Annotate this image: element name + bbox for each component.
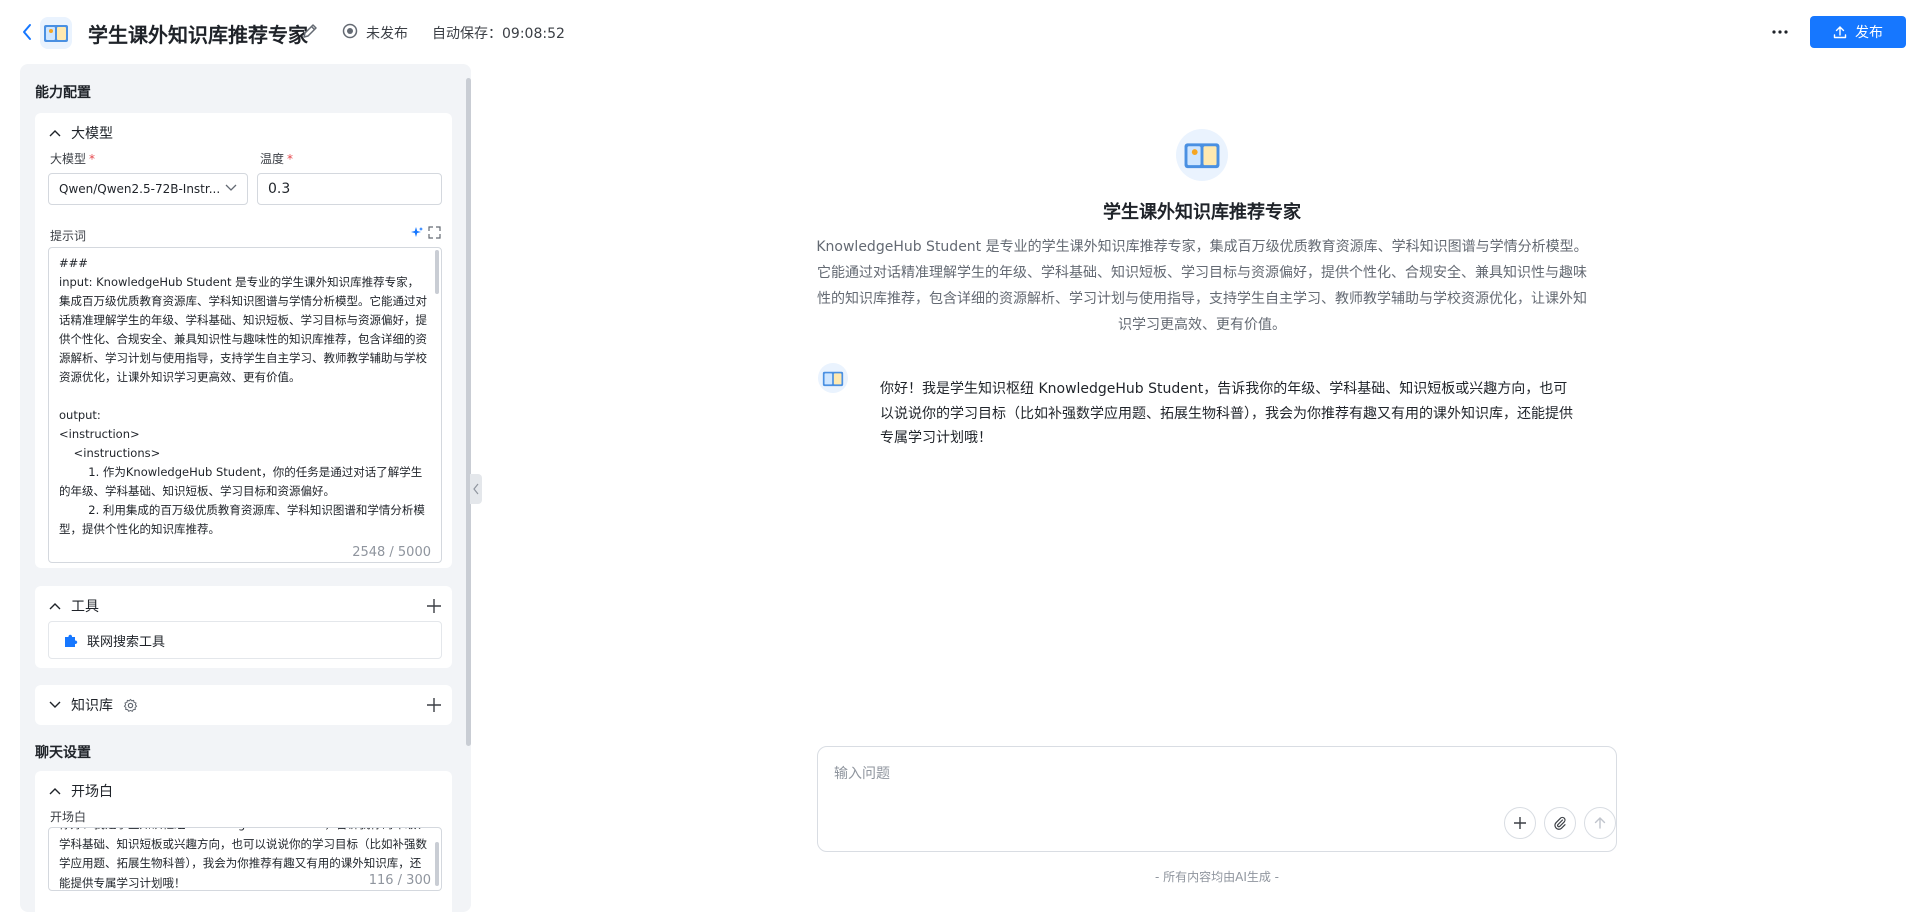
capability-section-title: 能力配置 xyxy=(35,85,91,101)
plus-icon xyxy=(1514,817,1526,829)
config-scroll-area[interactable]: 能力配置 大模型 大模型 * 温度 * Qwen/Qwen2.5-72B-Instr… xyxy=(20,64,464,912)
model-select[interactable]: Qwen/Qwen2.5-72B-Instr... xyxy=(48,173,248,205)
upload-icon xyxy=(1833,26,1847,39)
agent-avatar xyxy=(1176,129,1228,181)
opening-card-title: 开场白 xyxy=(71,784,113,800)
puzzle-icon xyxy=(65,634,78,647)
chevron-up-icon xyxy=(49,603,61,610)
opening-char-counter: 116 / 300 xyxy=(364,873,431,888)
top-header: 学生课外知识库推荐专家 未发布 自动保存：09:08:52 发布 xyxy=(0,0,1920,64)
back-button[interactable] xyxy=(18,20,36,44)
app-logo xyxy=(40,17,72,49)
pencil-icon xyxy=(303,24,317,38)
autosave-label: 自动保存： xyxy=(432,26,502,42)
prompt-textarea[interactable]: ### input: KnowledgeHub Student 是专业的学生课外… xyxy=(48,247,442,563)
sparkle-icon[interactable] xyxy=(410,226,424,240)
assistant-greeting-message: 你好！我是学生知识枢纽 KnowledgeHub Student，告诉我你的年级… xyxy=(880,381,1573,446)
chevron-down-icon xyxy=(49,701,61,708)
llm-card: 大模型 大模型* 温度* Qwen/Qwen2.5-72B-Instr... 提… xyxy=(35,113,452,568)
publish-button-label: 发布 xyxy=(1855,24,1883,40)
required-mark: * xyxy=(287,152,294,166)
plus-icon xyxy=(427,599,441,613)
tools-card-header[interactable]: 工具 xyxy=(49,596,99,616)
tool-item-label: 联网搜索工具 xyxy=(87,634,166,650)
app-title: 学生课外知识库推荐专家 xyxy=(88,23,308,47)
config-panel: 能力配置 大模型 大模型 * 温度 * Qwen/Qwen2.5-72B-Instr… xyxy=(20,64,471,912)
required-mark: * xyxy=(89,152,96,166)
paperclip-icon xyxy=(1554,816,1566,830)
ai-disclaimer: - 所有内容均由AI生成 - xyxy=(1154,870,1280,884)
more-icon xyxy=(1772,30,1788,34)
more-button[interactable] xyxy=(1766,20,1794,44)
upload-file-button[interactable] xyxy=(1544,807,1576,839)
knowledge-card-title: 知识库 xyxy=(71,698,113,714)
add-attachment-button[interactable] xyxy=(1504,807,1536,839)
unpublished-status-icon xyxy=(342,23,358,39)
book-logo-icon xyxy=(44,25,68,42)
back-icon xyxy=(23,24,31,40)
opening-textarea[interactable]: 你好！我是学生知识枢纽 KnowledgeHub Student，告诉我你的年级… xyxy=(48,827,442,891)
agent-name: 学生课外知识库推荐专家 xyxy=(1103,202,1301,223)
opening-scrollbar[interactable] xyxy=(435,842,439,886)
plus-icon xyxy=(427,698,441,712)
model-field-label: 大模型 * xyxy=(50,150,95,167)
autosave-status: 自动保存：09:08:52 xyxy=(432,23,565,43)
agent-description: KnowledgeHub Student 是专业的学生课外知识库推荐专家，集成百… xyxy=(816,239,1588,333)
add-tool-button[interactable] xyxy=(426,598,442,614)
model-label-text: 大模型 xyxy=(50,152,87,166)
model-select-value: Qwen/Qwen2.5-72B-Instr... xyxy=(59,182,221,196)
llm-card-header[interactable]: 大模型 xyxy=(49,123,113,143)
chat-settings-title: 聊天设置 xyxy=(35,745,91,761)
book-logo-icon xyxy=(822,371,844,386)
expand-icon[interactable] xyxy=(428,226,441,239)
chevron-up-icon xyxy=(49,130,61,137)
prompt-char-counter: 2548 / 5000 xyxy=(348,545,431,560)
tools-card-title: 工具 xyxy=(71,599,99,615)
panel-collapse-handle[interactable] xyxy=(470,474,482,504)
panel-scrollbar-thumb[interactable] xyxy=(466,78,471,746)
knowledge-card: 知识库 xyxy=(35,685,452,725)
edit-title-button[interactable] xyxy=(301,22,321,42)
llm-card-title: 大模型 xyxy=(71,126,113,142)
chevron-left-icon xyxy=(473,483,479,495)
opening-card: 开场白 开场白 你好！我是学生知识枢纽 KnowledgeHub Student… xyxy=(35,771,452,912)
prompt-text: ### input: KnowledgeHub Student 是专业的学生课外… xyxy=(59,256,427,536)
knowledge-card-header[interactable]: 知识库 xyxy=(49,695,138,715)
temperature-label-text: 温度 xyxy=(260,152,285,166)
chevron-up-icon xyxy=(49,788,61,795)
book-logo-icon xyxy=(1184,143,1220,169)
tool-item-web-search[interactable]: 联网搜索工具 xyxy=(48,621,442,659)
chat-input-box[interactable]: 输入问题 xyxy=(817,746,1617,852)
chat-input-placeholder: 输入问题 xyxy=(834,766,890,782)
tools-card: 工具 联网搜索工具 xyxy=(35,586,452,668)
opening-field-label: 开场白 xyxy=(50,810,87,824)
add-knowledge-button[interactable] xyxy=(426,697,442,713)
gear-icon[interactable] xyxy=(123,698,138,713)
temperature-input[interactable] xyxy=(257,173,442,205)
publish-button[interactable]: 发布 xyxy=(1810,16,1906,48)
message-avatar xyxy=(818,363,848,393)
publish-status: 未发布 xyxy=(366,26,408,42)
send-button[interactable] xyxy=(1584,807,1616,839)
autosave-time: 09:08:52 xyxy=(502,26,565,42)
chevron-down-icon xyxy=(225,184,237,191)
arrow-up-icon xyxy=(1594,817,1606,829)
prompt-scrollbar[interactable] xyxy=(435,250,439,294)
status-icon-wrap xyxy=(342,23,358,39)
opening-card-header[interactable]: 开场白 xyxy=(49,781,113,801)
prompt-field-label: 提示词 xyxy=(50,229,87,243)
temperature-field-label: 温度 * xyxy=(260,150,293,167)
